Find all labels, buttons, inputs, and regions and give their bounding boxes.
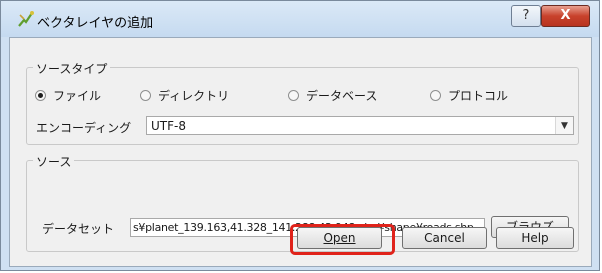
title-bar[interactable]: ベクタレイヤの追加 ? X	[1, 1, 599, 37]
radio-directory[interactable]: ディレクトリ	[140, 87, 229, 103]
cancel-button[interactable]: Cancel	[402, 227, 487, 249]
radio-database-indicator[interactable]	[288, 89, 299, 101]
encoding-select[interactable]: UTF-8 ▼	[146, 116, 574, 135]
radio-file-indicator[interactable]	[35, 89, 46, 101]
help-button[interactable]: Help	[496, 227, 574, 249]
close-button[interactable]: X	[541, 5, 590, 27]
add-vector-layer-dialog: ベクタレイヤの追加 ? X ソースタイプ ファイル ディレクトリ データベース …	[0, 0, 600, 271]
encoding-value: UTF-8	[151, 119, 186, 133]
source-group-title: ソース	[33, 153, 75, 170]
radio-directory-label: ディレクトリ	[158, 88, 230, 103]
radio-file-label: ファイル	[53, 88, 102, 103]
window-title: ベクタレイヤの追加	[37, 16, 154, 31]
encoding-label: エンコーディング	[36, 121, 132, 135]
source-type-group-title: ソースタイプ	[33, 60, 111, 77]
dropdown-arrow-icon[interactable]: ▼	[555, 117, 573, 134]
radio-protocol-indicator[interactable]	[430, 89, 441, 101]
dataset-label: データセット	[42, 222, 115, 236]
open-button-highlight	[290, 224, 395, 255]
radio-database[interactable]: データベース	[288, 87, 377, 103]
radio-protocol-label: プロトコル	[448, 88, 509, 103]
radio-directory-indicator[interactable]	[140, 89, 151, 101]
radio-protocol[interactable]: プロトコル	[430, 87, 508, 103]
radio-database-label: データベース	[306, 88, 378, 103]
radio-file[interactable]: ファイル	[35, 87, 101, 103]
help-titlebar-button[interactable]: ?	[511, 5, 541, 27]
add-vector-layer-icon	[18, 11, 34, 27]
